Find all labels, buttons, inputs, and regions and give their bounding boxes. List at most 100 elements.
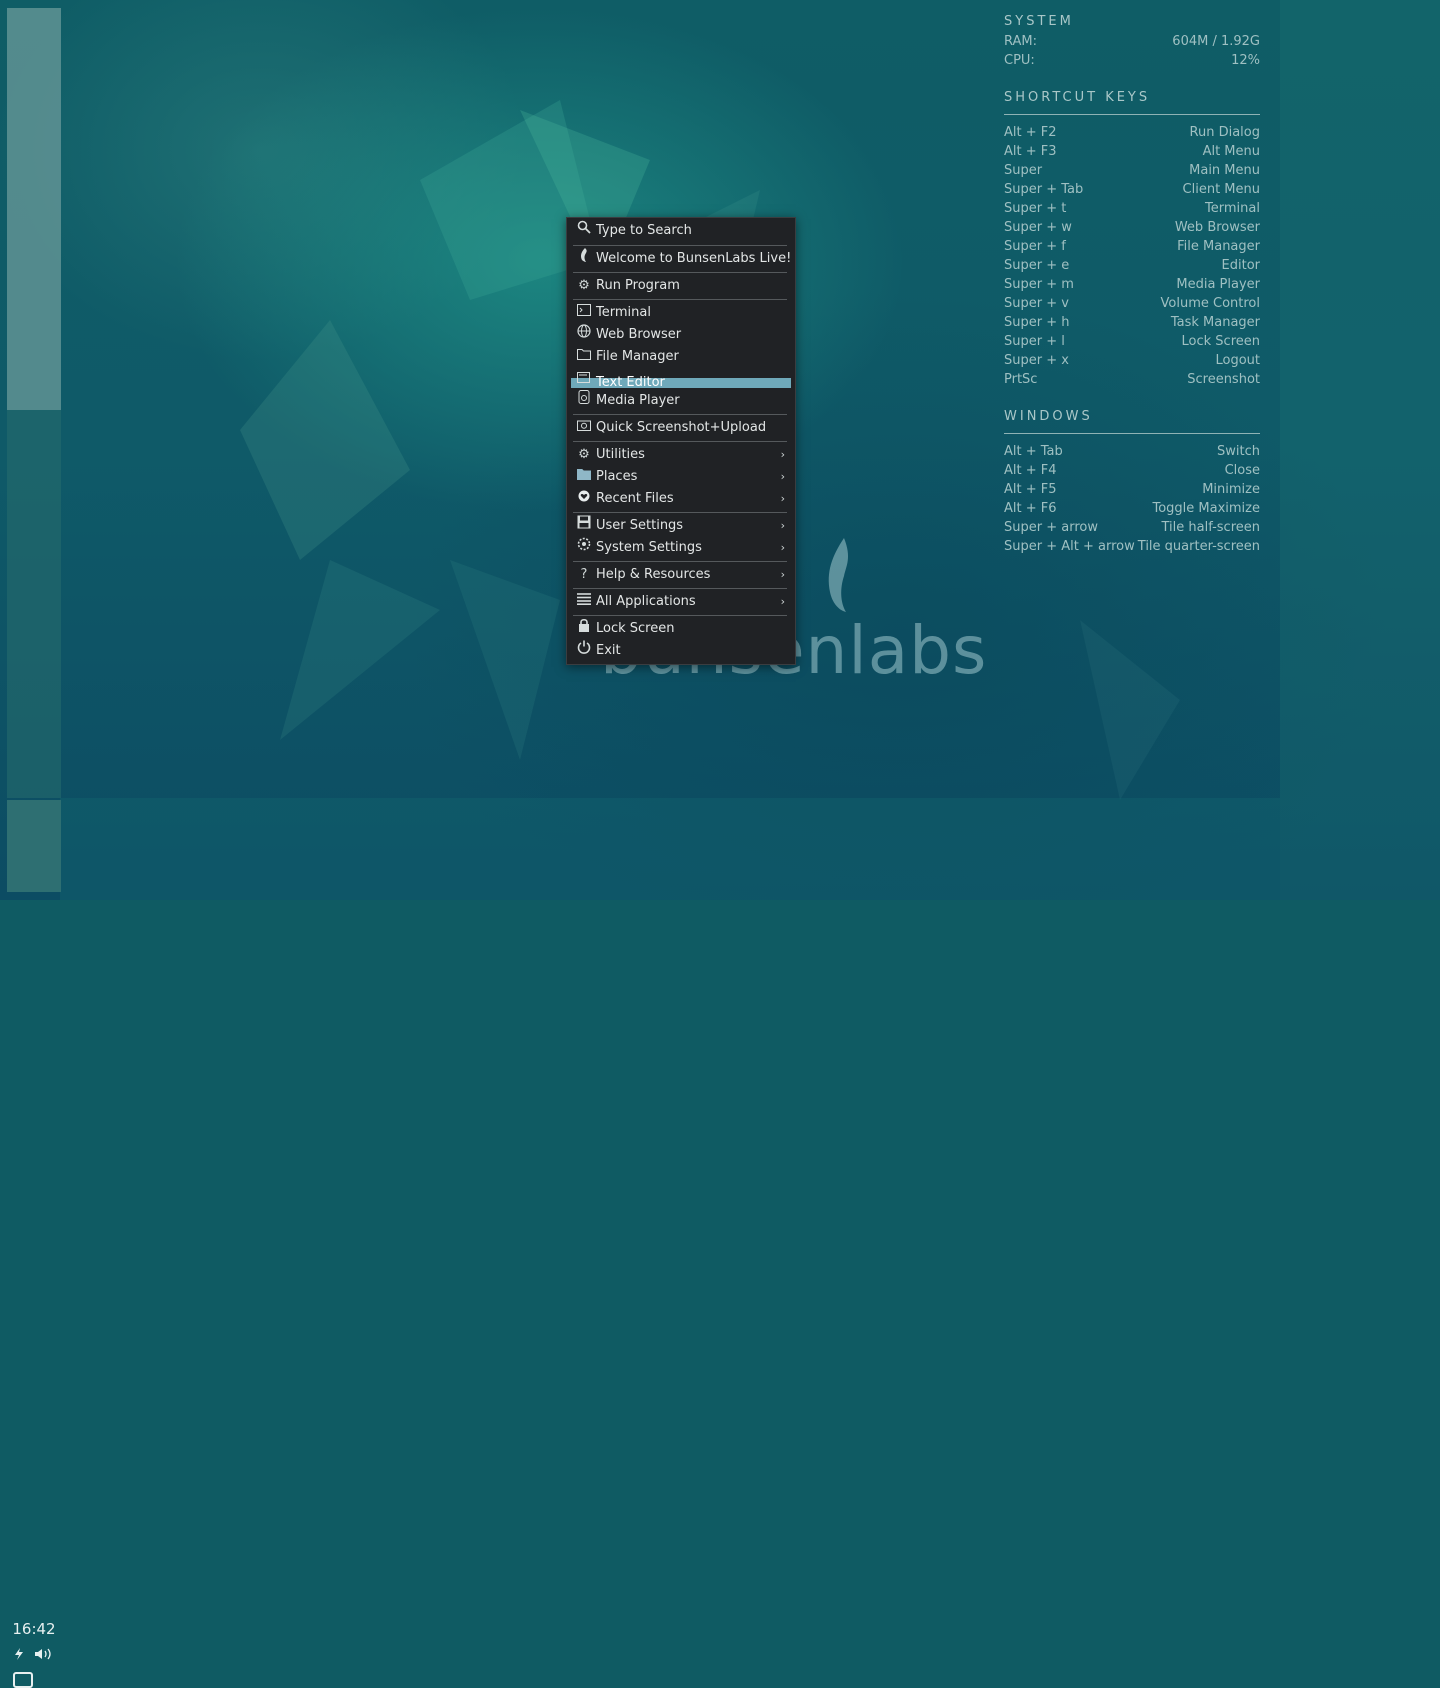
shortcut-row: Alt + F3 Alt Menu [1004,142,1260,161]
shortcut-action: Terminal [1205,201,1260,216]
help-icon: ? [580,567,588,582]
shortcut-key: Alt + F5 [1004,482,1057,497]
menu-separator [573,272,787,273]
shortcut-action: Screenshot [1187,372,1260,387]
menu-item-help-resources[interactable]: ? Help & Resources › [571,564,791,586]
left-panel: 16:42 [0,0,68,1688]
power-icon[interactable] [14,1648,24,1663]
menu-item-lock-screen[interactable]: Lock Screen [571,618,791,640]
shortcut-action: Run Dialog [1189,125,1260,140]
shortcut-action: Close [1224,463,1260,478]
menu-item-user-settings[interactable]: User Settings › [571,515,791,537]
menu-item-media-player[interactable]: Media Player [571,390,791,412]
editor-icon [575,372,593,386]
submenu-arrow-icon: › [780,519,785,532]
clock[interactable]: 16:42 [7,1620,61,1638]
menu-item-quick-screenshot[interactable]: Quick Screenshot+Upload [571,417,791,439]
shortcut-row: Alt + F2 Run Dialog [1004,123,1260,142]
shortcut-key: Super + h [1004,315,1070,330]
shortcut-action: Media Player [1176,277,1260,292]
heart-icon [575,488,593,510]
menu-item-search[interactable]: Type to Search [571,220,791,242]
menu-separator [573,588,787,589]
menu-separator [573,299,787,300]
shortcut-key: Super [1004,163,1043,178]
menu-item-file-manager[interactable]: File Manager [571,346,791,368]
bunsenlabs-flame-logo [828,538,849,612]
system-heading: SYSTEM [1004,14,1074,29]
menu-separator [573,512,787,513]
shortcut-key: Super + Alt + arrow [1004,539,1135,554]
menu-separator [573,414,787,415]
menu-item-recent-files[interactable]: Recent Files › [571,488,791,510]
shortcut-key: Super + f [1004,239,1066,254]
menu-item-run-program[interactable]: ⚙ Run Program [571,275,791,297]
shortcut-row: Super + x Logout [1004,351,1260,370]
menu-item-terminal[interactable]: Terminal [571,302,791,324]
shortcut-action: Tile quarter-screen [1137,539,1260,554]
submenu-arrow-icon: › [780,595,785,608]
shortcut-action: Client Menu [1182,182,1260,197]
panel-scroll-handle[interactable] [7,8,61,410]
root-menu: Type to Search Welcome to BunsenLabs Liv… [566,217,796,665]
shortcut-action: Logout [1215,353,1260,368]
menu-item-welcome[interactable]: Welcome to BunsenLabs Live! [571,248,791,270]
menu-item-text-editor[interactable]: Text Editor [571,372,791,390]
shortcut-row: Super + h Task Manager [1004,313,1260,332]
lock-icon [575,618,593,640]
wallpaper-band-bottom [60,798,1280,900]
menu-separator [573,561,787,562]
shortcut-key: Alt + F3 [1004,144,1057,159]
shortcut-key: Super + l [1004,334,1065,349]
shortcut-key: Alt + F6 [1004,501,1057,516]
shortcut-row: Super + v Volume Control [1004,294,1260,313]
shortcut-action: Alt Menu [1202,144,1260,159]
shortcut-action: Editor [1221,258,1260,273]
submenu-arrow-icon: › [780,541,785,554]
wallpaper-band-right [1280,0,1440,900]
shortcut-row: Alt + F6 Toggle Maximize [1004,499,1260,518]
submenu-arrow-icon: › [780,568,785,581]
menu-separator [573,615,787,616]
shortcut-row: Super + e Editor [1004,256,1260,275]
shortcut-key: PrtSc [1004,372,1038,387]
submenu-arrow-icon: › [780,448,785,461]
system-tray: 16:42 [7,800,61,1688]
shortcut-row: Super + arrow Tile half-screen [1004,518,1260,537]
camera-icon [575,417,593,439]
menu-item-all-applications[interactable]: All Applications › [571,591,791,613]
desktop-switcher-icon[interactable] [13,1672,33,1688]
shortcut-key: Alt + Tab [1004,444,1063,459]
tray-icons [7,1648,61,1663]
shortcut-row: PrtSc Screenshot [1004,370,1260,389]
settings-icon [575,537,593,559]
shortcut-key: Super + w [1004,220,1072,235]
menu-item-system-settings[interactable]: System Settings › [571,537,791,559]
power-icon [575,640,593,662]
divider [1004,433,1260,434]
media-icon [575,390,593,412]
conky-row: RAM: 604M / 1.92G [1004,34,1260,49]
shortcut-action: Minimize [1202,482,1260,497]
menu-item-places[interactable]: Places › [571,466,791,488]
flame-icon [575,248,593,270]
shortcut-row: Super + Tab Client Menu [1004,180,1260,199]
shortcut-action: Web Browser [1174,220,1260,235]
list-icon [575,591,593,613]
menu-separator [573,441,787,442]
globe-icon [575,324,593,346]
shortcut-row: Super + w Web Browser [1004,218,1260,237]
shortcut-action: Switch [1217,444,1260,459]
shortcut-action: Tile half-screen [1161,520,1260,535]
shortcut-row: Alt + Tab Switch [1004,442,1260,461]
gears-icon: ⚙ [578,278,590,293]
shortcut-action: Volume Control [1160,296,1260,311]
menu-item-utilities[interactable]: ⚙ Utilities › [571,444,791,466]
menu-item-exit[interactable]: Exit [571,640,791,662]
shortcut-keys-heading: SHORTCUT KEYS [1004,90,1151,105]
shortcut-action: Task Manager [1170,315,1260,330]
shortcut-key: Super + x [1004,353,1069,368]
menu-item-web-browser[interactable]: Web Browser [571,324,791,346]
submenu-arrow-icon: › [780,470,785,483]
volume-icon[interactable] [34,1648,54,1663]
